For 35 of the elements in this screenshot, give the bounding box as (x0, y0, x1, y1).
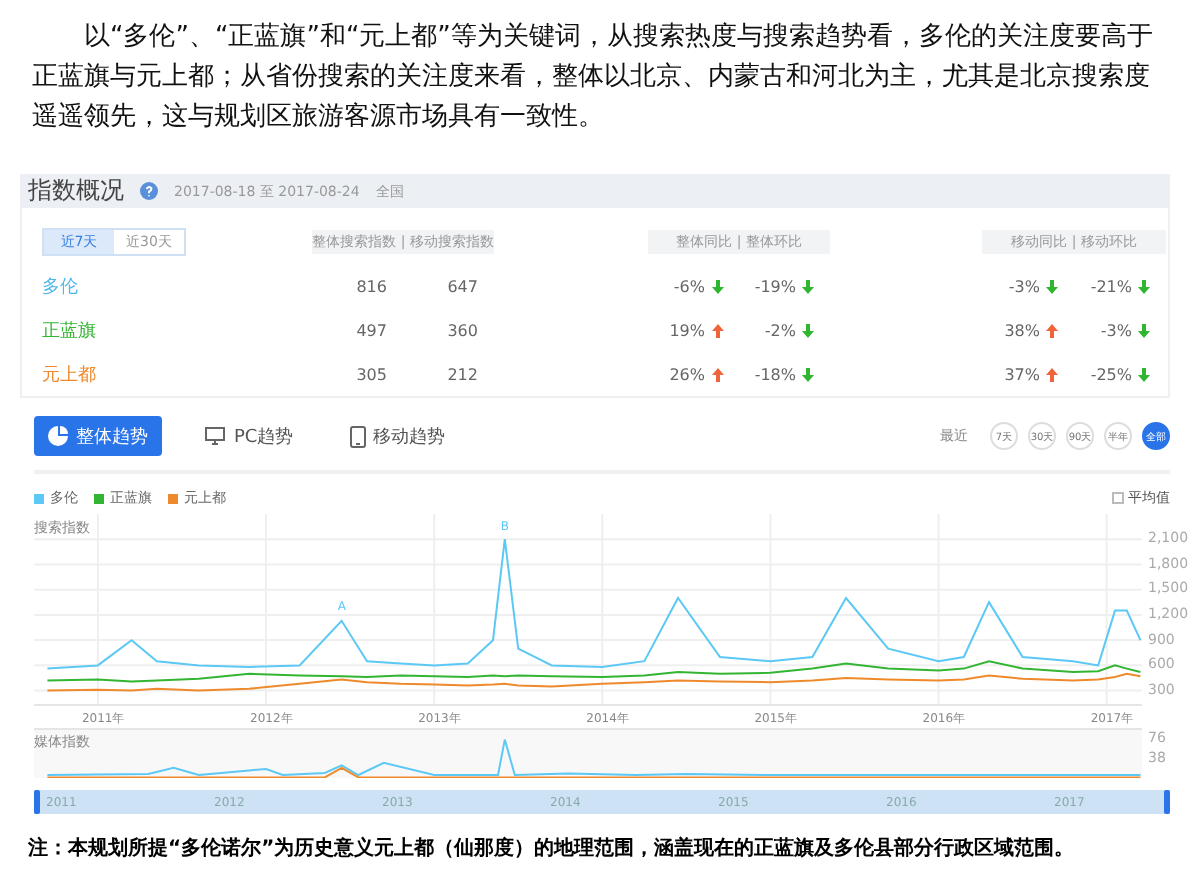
table-cell: 26% (669, 365, 705, 383)
keyword-label: 正蓝旗 (42, 321, 96, 341)
table-cell: -18% (754, 365, 796, 383)
table-cell: 37% (1004, 365, 1040, 383)
table-cell: 647 (447, 277, 478, 295)
trend-tab[interactable]: 移动趋势 (335, 416, 460, 456)
panel-title: 指数概况 (28, 174, 124, 208)
table-cell: -19% (754, 277, 796, 295)
monitor-icon (204, 426, 226, 446)
table-cell: -25% (1090, 365, 1132, 383)
table-cell: 38% (1004, 321, 1040, 339)
help-icon[interactable] (140, 182, 158, 200)
body-paragraph: 以“多伦”、“正蓝旗”和“元上都”等为关键词，从搜索热度与搜索趋势看，多伦的关注度要高于正蓝旗与元上都；从省份搜索的关注度来看，整体以北京、内蒙古和河北为主，尤其是北京搜索度遥遥领先，这与规划区旅游客源市场具有一致性。 (32, 20, 1155, 136)
table-cell: 305 (356, 365, 387, 383)
table-cell: -3% (1100, 321, 1132, 339)
slider-handle[interactable] (34, 790, 40, 814)
keyword-label: 元上都 (42, 365, 96, 385)
tablet-icon (349, 425, 366, 447)
table-cell: -6% (673, 277, 705, 295)
table-cell: 212 (447, 365, 478, 383)
table-cell: -3% (1008, 277, 1040, 295)
table-cell: 360 (447, 321, 478, 339)
trend-tab[interactable]: 整体趋势 (34, 416, 162, 456)
keyword-label: 多伦 (42, 277, 78, 297)
footnote: 注：本规划所提“多伦诺尔”为历史意义元上都（仙那度）的地理范围，涵盖现在的正蓝旗及多伦县部分行政区域范围。 (28, 834, 1077, 862)
trend-tab[interactable]: PC趋势 (190, 416, 308, 456)
average-checkbox[interactable] (1112, 492, 1124, 504)
table-cell: 19% (669, 321, 705, 339)
table-cell: -21% (1090, 277, 1132, 295)
table-cell: 816 (356, 277, 387, 295)
table-cell: 497 (356, 321, 387, 339)
pie-chart-icon (48, 426, 68, 446)
slider-handle[interactable] (1164, 790, 1170, 814)
table-cell: -2% (764, 321, 796, 339)
range-slider-fill[interactable] (34, 790, 1170, 814)
